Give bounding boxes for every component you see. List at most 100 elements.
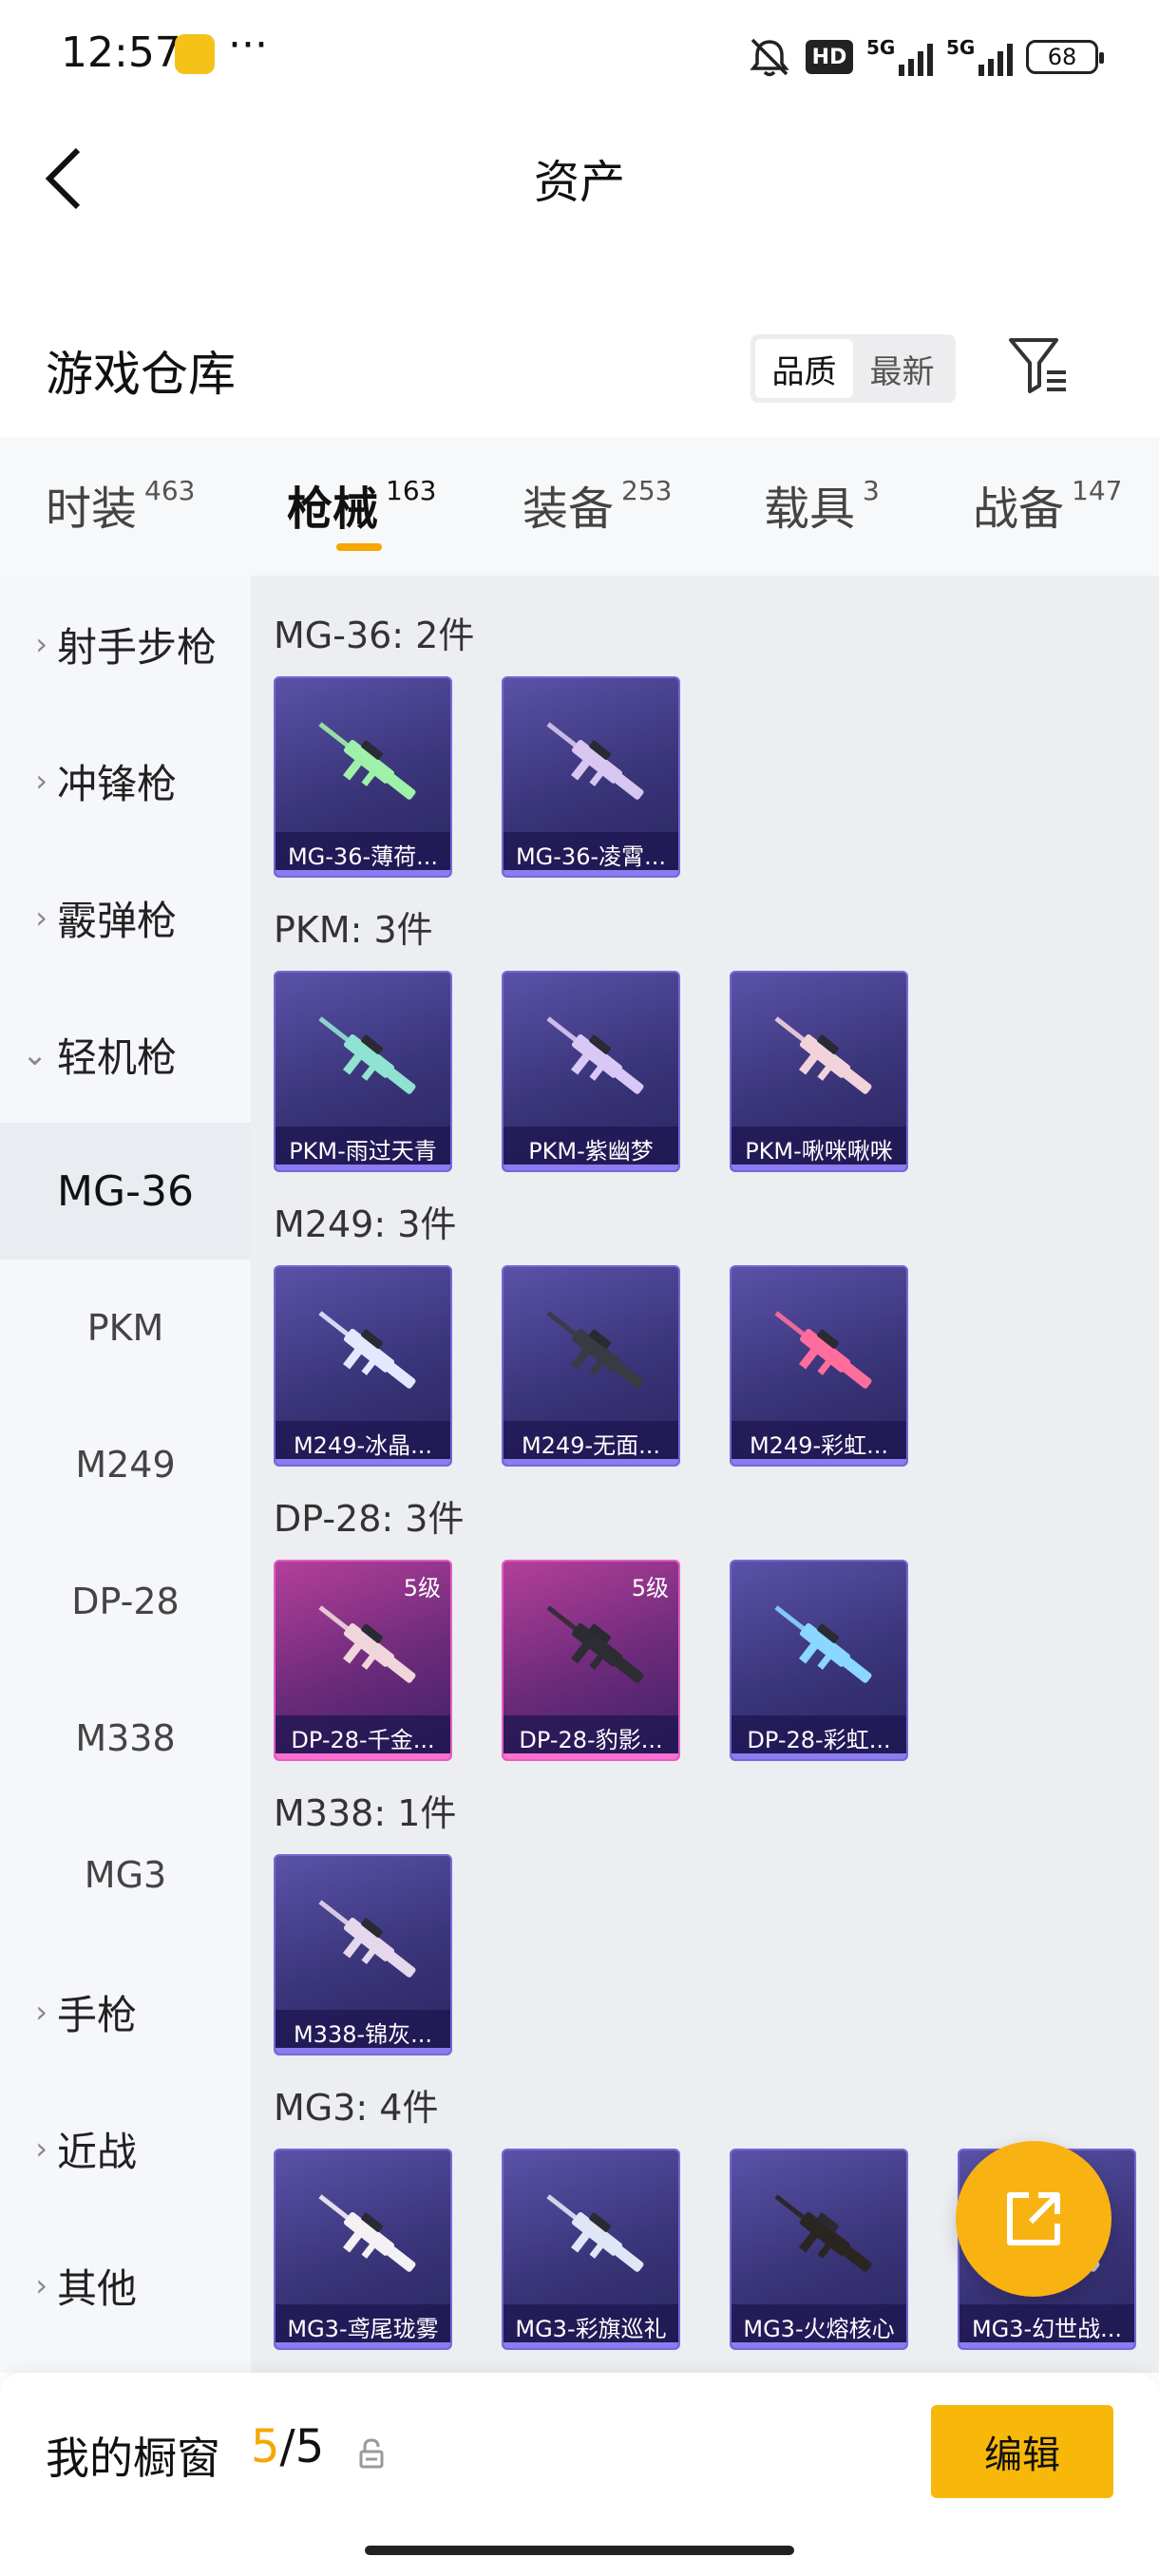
more-notifications-icon: ··· bbox=[228, 21, 268, 69]
skin-name-text: PKM-紫幽梦 bbox=[528, 1137, 654, 1165]
weapon-skin-card[interactable]: MG3-彩旗巡礼 bbox=[502, 2149, 680, 2350]
group-title: DP-28: 3件 bbox=[274, 1498, 465, 1540]
weapon-skin-card[interactable]: MG3-火熔核心 bbox=[730, 2149, 908, 2350]
weapon-skin-grid: MG-36: 2件 MG-36-薄荷... MG-36-凌霄... PKM: 3件 PK… bbox=[251, 576, 1159, 2373]
showcase-label: 我的橱窗 bbox=[46, 2433, 220, 2484]
sidebar-sub-mg36[interactable]: MG-36 bbox=[0, 1123, 251, 1260]
sidebar-item-melee[interactable]: › 近战 bbox=[0, 2080, 251, 2217]
weapon-skin-card[interactable]: M338-锦灰... bbox=[274, 1854, 452, 2055]
skin-name-text: DP-28-彩虹... bbox=[747, 1726, 891, 1753]
quality-bar bbox=[276, 2342, 450, 2348]
weapon-skin-card[interactable]: M249-无面... bbox=[502, 1265, 680, 1467]
gun-skin-icon bbox=[546, 722, 644, 800]
sidebar-item-lmg[interactable]: ⌄ 轻机枪 bbox=[0, 986, 251, 1123]
sidebar-item-label: 轻机枪 bbox=[57, 1033, 178, 1081]
tab-count: 163 bbox=[386, 475, 437, 506]
skin-name-text: DP-28-千金... bbox=[291, 1726, 435, 1753]
showcase-current: 5 bbox=[251, 2420, 280, 2473]
chevron-right-icon: › bbox=[35, 626, 48, 662]
sidebar-sub-pkm[interactable]: PKM bbox=[0, 1260, 251, 1396]
sort-newest-option[interactable]: 最新 bbox=[853, 339, 951, 398]
quality-bar bbox=[504, 1459, 678, 1465]
edit-showcase-button[interactable]: 编辑 bbox=[931, 2405, 1113, 2498]
showcase-count: 5/5 bbox=[251, 2420, 324, 2473]
weapon-skin-card[interactable]: MG3-鸢尾珑雾 bbox=[274, 2149, 452, 2350]
hd-voice-icon: HD bbox=[806, 40, 853, 74]
gun-skin-icon bbox=[546, 1311, 644, 1389]
category-tabs: 时装 463 枪械 163 装备 253 载具 3 战备 147 bbox=[0, 437, 1159, 576]
sidebar-sub-dp28[interactable]: DP-28 bbox=[0, 1533, 251, 1670]
home-indicator[interactable] bbox=[365, 2546, 794, 2555]
weapon-skin-card[interactable]: PKM-紫幽梦 bbox=[502, 971, 680, 1172]
signal-1-label: 5G bbox=[866, 36, 896, 59]
skin-name-text: DP-28-豹影... bbox=[519, 1726, 663, 1753]
weapon-skin-card[interactable]: M249-冰晶... bbox=[274, 1265, 452, 1467]
tab-fashion[interactable]: 时装 463 bbox=[46, 471, 195, 538]
sort-quality-option[interactable]: 品质 bbox=[755, 339, 853, 398]
skin-name-text: MG3-火熔核心 bbox=[743, 2315, 895, 2342]
sidebar-item-shotgun[interactable]: › 霰弹枪 bbox=[0, 849, 251, 986]
quality-bar bbox=[504, 1165, 678, 1170]
tab-label: 战备 bbox=[973, 483, 1065, 536]
tab-count: 3 bbox=[863, 475, 880, 506]
gun-skin-icon bbox=[774, 1311, 872, 1389]
sidebar-item-smg[interactable]: › 冲锋枪 bbox=[0, 712, 251, 849]
weapon-skin-card[interactable]: MG-36-薄荷... bbox=[274, 676, 452, 878]
share-external-icon bbox=[1007, 2192, 1060, 2245]
gun-skin-icon bbox=[546, 1016, 644, 1094]
gun-skin-icon bbox=[318, 722, 416, 800]
gun-skin-icon bbox=[318, 1016, 416, 1094]
gun-skin-icon bbox=[546, 2194, 644, 2272]
group-title: M249: 3件 bbox=[274, 1203, 457, 1245]
weapon-category-sidebar: › 射手步枪 › 冲锋枪 › 霰弹枪 ⌄ 轻机枪 MG-36 PKM M249 … bbox=[0, 576, 251, 2373]
skin-name-text: M249-无面... bbox=[521, 1431, 661, 1459]
warehouse-title: 游戏仓库 bbox=[46, 347, 236, 402]
chevron-right-icon: › bbox=[35, 1994, 48, 2030]
share-button[interactable] bbox=[956, 2141, 1112, 2297]
chevron-right-icon: › bbox=[35, 900, 48, 936]
quality-bar bbox=[960, 2342, 1134, 2348]
tab-supplies[interactable]: 战备 147 bbox=[973, 471, 1122, 538]
weapon-skin-card[interactable]: MG-36-凌霄... bbox=[502, 676, 680, 878]
skin-name-text: PKM-啾咪啾咪 bbox=[745, 1137, 893, 1165]
chevron-right-icon: › bbox=[35, 2267, 48, 2303]
weapon-skin-card[interactable]: DP-28-彩虹... bbox=[730, 1560, 908, 1761]
sidebar-item-pistol[interactable]: › 手枪 bbox=[0, 1943, 251, 2080]
sidebar-sub-m249[interactable]: M249 bbox=[0, 1396, 251, 1533]
filter-icon[interactable] bbox=[1007, 334, 1070, 397]
skin-name-text: M249-冰晶... bbox=[293, 1431, 433, 1459]
mute-bell-icon bbox=[750, 38, 789, 77]
chevron-right-icon: › bbox=[35, 763, 48, 799]
sidebar-item-label: 手枪 bbox=[57, 1991, 138, 2038]
tab-count: 147 bbox=[1072, 475, 1123, 506]
showcase-separator: / bbox=[279, 2420, 295, 2473]
weapon-skin-card[interactable]: PKM-雨过天青 bbox=[274, 971, 452, 1172]
status-time: 12:57 bbox=[61, 28, 181, 77]
chevron-down-icon: ⌄ bbox=[22, 1036, 48, 1072]
sidebar-sub-m338[interactable]: M338 bbox=[0, 1670, 251, 1807]
quality-bar bbox=[732, 1165, 906, 1170]
quality-bar bbox=[504, 870, 678, 876]
sidebar-item-marksman-rifle[interactable]: › 射手步枪 bbox=[0, 576, 251, 712]
quality-bar bbox=[276, 870, 450, 876]
weapon-skin-card[interactable]: 5级 DP-28-豹影... bbox=[502, 1560, 680, 1761]
sort-toggle: 品质 最新 bbox=[750, 334, 956, 403]
quality-bar bbox=[504, 2342, 678, 2348]
weapon-skin-card[interactable]: 5级 DP-28-千金... bbox=[274, 1560, 452, 1761]
tab-firearms[interactable]: 枪械 163 bbox=[287, 471, 436, 538]
sidebar-sub-mg3[interactable]: MG3 bbox=[0, 1807, 251, 1943]
weapon-skin-card[interactable]: M249-彩虹... bbox=[730, 1265, 908, 1467]
gun-skin-icon bbox=[318, 1900, 416, 1978]
weapon-skin-card[interactable]: PKM-啾咪啾咪 bbox=[730, 971, 908, 1172]
skin-name-text: M338-锦灰... bbox=[293, 2020, 433, 2048]
signal-2-icon: 5G bbox=[946, 36, 1013, 76]
sidebar-item-other[interactable]: › 其他 bbox=[0, 2217, 251, 2354]
quality-bar bbox=[504, 1753, 678, 1759]
tab-vehicles[interactable]: 载具 3 bbox=[764, 471, 880, 538]
sidebar-item-label: 霰弹枪 bbox=[57, 897, 178, 944]
quality-bar bbox=[276, 1165, 450, 1170]
tab-equipment[interactable]: 装备 253 bbox=[522, 471, 672, 538]
skin-name-text: MG3-彩旗巡礼 bbox=[515, 2315, 667, 2342]
tab-count: 253 bbox=[621, 475, 673, 506]
app-notification-icon bbox=[175, 34, 215, 74]
